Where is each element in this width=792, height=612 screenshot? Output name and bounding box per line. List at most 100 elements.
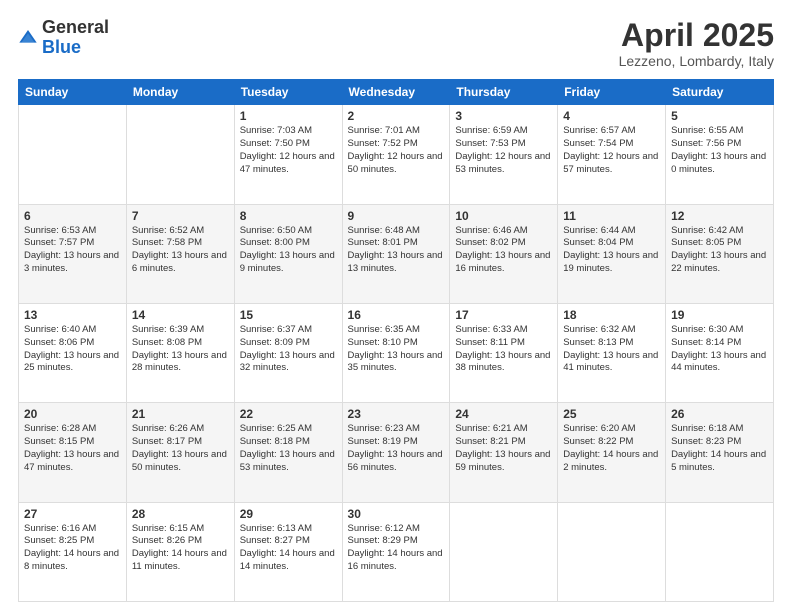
day-number: 16 — [348, 308, 445, 322]
month-title: April 2025 — [619, 18, 774, 53]
table-row: 14Sunrise: 6:39 AM Sunset: 8:08 PM Dayli… — [126, 303, 234, 402]
logo-text: General Blue — [42, 18, 109, 58]
day-number: 4 — [563, 109, 660, 123]
day-number: 6 — [24, 209, 121, 223]
table-row — [19, 105, 127, 204]
day-number: 19 — [671, 308, 768, 322]
calendar-header-row: Sunday Monday Tuesday Wednesday Thursday… — [19, 80, 774, 105]
col-friday: Friday — [558, 80, 666, 105]
generalblue-icon — [18, 28, 38, 48]
day-info: Sunrise: 6:50 AM Sunset: 8:00 PM Dayligh… — [240, 225, 337, 276]
table-row: 7 Sunrise: 6:52 AM Sunset: 7:58 PM Daylig… — [126, 204, 234, 303]
day-info: Sunrise: 6:53 AM Sunset: 7:57 PM Dayligh… — [24, 225, 121, 276]
day-number: 27 — [24, 507, 121, 521]
day-number: 14 — [132, 308, 229, 322]
day-info: Sunrise: 6:37 AM Sunset: 8:09 PM Dayligh… — [240, 324, 337, 375]
table-row: 13 Sunrise: 6:40 AM Sunset: 8:06 PM Dayli… — [19, 303, 127, 402]
day-number: 2 — [348, 109, 445, 123]
day-number: 26 — [671, 407, 768, 421]
table-row: 23 Sunrise: 6:23 AM Sunset: 8:19 PM Dayli… — [342, 403, 450, 502]
day-number: 30 — [348, 507, 445, 521]
day-info: Sunrise: 6:32 AM Sunset: 8:13 PM Dayligh… — [563, 324, 660, 375]
table-row: 20 Sunrise: 6:28 AM Sunset: 8:15 PM Dayli… — [19, 403, 127, 502]
col-sunday: Sunday — [19, 80, 127, 105]
table-row: 21 Sunrise: 6:26 AM Sunset: 8:17 PM Dayli… — [126, 403, 234, 502]
table-row: 16 Sunrise: 6:35 AM Sunset: 8:10 PM Dayli… — [342, 303, 450, 402]
calendar-week-row: 20 Sunrise: 6:28 AM Sunset: 8:15 PM Dayli… — [19, 403, 774, 502]
day-number: 18 — [563, 308, 660, 322]
day-info: Sunrise: 6:42 AM Sunset: 8:05 PM Dayligh… — [671, 225, 768, 276]
day-info: Sunrise: 7:03 AM Sunset: 7:50 PM Dayligh… — [240, 125, 337, 176]
col-monday: Monday — [126, 80, 234, 105]
day-number: 3 — [455, 109, 552, 123]
title-block: April 2025 Lezzeno, Lombardy, Italy — [619, 18, 774, 69]
day-info: Sunrise: 6:18 AM Sunset: 8:23 PM Dayligh… — [671, 423, 768, 474]
day-info: Sunrise: 6:52 AM Sunset: 7:58 PM Dayligh… — [132, 225, 229, 276]
day-number: 7 — [132, 209, 229, 223]
table-row: 2 Sunrise: 7:01 AM Sunset: 7:52 PM Daylig… — [342, 105, 450, 204]
calendar-week-row: 13 Sunrise: 6:40 AM Sunset: 8:06 PM Dayli… — [19, 303, 774, 402]
day-info: Sunrise: 6:15 AM Sunset: 8:26 PM Dayligh… — [132, 523, 229, 574]
day-number: 25 — [563, 407, 660, 421]
table-row: 18 Sunrise: 6:32 AM Sunset: 8:13 PM Dayli… — [558, 303, 666, 402]
day-info: Sunrise: 6:30 AM Sunset: 8:14 PM Dayligh… — [671, 324, 768, 375]
day-info: Sunrise: 6:25 AM Sunset: 8:18 PM Dayligh… — [240, 423, 337, 474]
table-row — [666, 502, 774, 601]
table-row — [450, 502, 558, 601]
table-row: 27 Sunrise: 6:16 AM Sunset: 8:25 PM Dayli… — [19, 502, 127, 601]
table-row: 25 Sunrise: 6:20 AM Sunset: 8:22 PM Dayli… — [558, 403, 666, 502]
table-row: 12Sunrise: 6:42 AM Sunset: 8:05 PM Dayli… — [666, 204, 774, 303]
table-row — [126, 105, 234, 204]
table-row — [558, 502, 666, 601]
table-row: 10 Sunrise: 6:46 AM Sunset: 8:02 PM Dayli… — [450, 204, 558, 303]
day-info: Sunrise: 6:21 AM Sunset: 8:21 PM Dayligh… — [455, 423, 552, 474]
table-row: 4 Sunrise: 6:57 AM Sunset: 7:54 PM Daylig… — [558, 105, 666, 204]
table-row: 29 Sunrise: 6:13 AM Sunset: 8:27 PM Dayli… — [234, 502, 342, 601]
table-row: 5 Sunrise: 6:55 AM Sunset: 7:56 PM Daylig… — [666, 105, 774, 204]
table-row: 9Sunrise: 6:48 AM Sunset: 8:01 PM Daylig… — [342, 204, 450, 303]
day-number: 29 — [240, 507, 337, 521]
day-info: Sunrise: 6:16 AM Sunset: 8:25 PM Dayligh… — [24, 523, 121, 574]
table-row: 22 Sunrise: 6:25 AM Sunset: 8:18 PM Dayli… — [234, 403, 342, 502]
table-row: 15Sunrise: 6:37 AM Sunset: 8:09 PM Dayli… — [234, 303, 342, 402]
day-number: 28 — [132, 507, 229, 521]
header: General Blue April 2025 Lezzeno, Lombard… — [18, 18, 774, 69]
day-number: 17 — [455, 308, 552, 322]
day-number: 10 — [455, 209, 552, 223]
calendar-table: Sunday Monday Tuesday Wednesday Thursday… — [18, 79, 774, 602]
day-number: 23 — [348, 407, 445, 421]
table-row: 17 Sunrise: 6:33 AM Sunset: 8:11 PM Dayli… — [450, 303, 558, 402]
day-info: Sunrise: 6:26 AM Sunset: 8:17 PM Dayligh… — [132, 423, 229, 474]
day-number: 24 — [455, 407, 552, 421]
calendar-week-row: 6 Sunrise: 6:53 AM Sunset: 7:57 PM Daylig… — [19, 204, 774, 303]
table-row: 30 Sunrise: 6:12 AM Sunset: 8:29 PM Dayli… — [342, 502, 450, 601]
logo: General Blue — [18, 18, 109, 58]
day-info: Sunrise: 6:59 AM Sunset: 7:53 PM Dayligh… — [455, 125, 552, 176]
day-number: 22 — [240, 407, 337, 421]
day-info: Sunrise: 6:20 AM Sunset: 8:22 PM Dayligh… — [563, 423, 660, 474]
table-row: 24 Sunrise: 6:21 AM Sunset: 8:21 PM Dayli… — [450, 403, 558, 502]
day-info: Sunrise: 6:40 AM Sunset: 8:06 PM Dayligh… — [24, 324, 121, 375]
table-row: 8 Sunrise: 6:50 AM Sunset: 8:00 PM Daylig… — [234, 204, 342, 303]
calendar-week-row: 27 Sunrise: 6:16 AM Sunset: 8:25 PM Dayli… — [19, 502, 774, 601]
day-number: 8 — [240, 209, 337, 223]
table-row: 19 Sunrise: 6:30 AM Sunset: 8:14 PM Dayli… — [666, 303, 774, 402]
day-info: Sunrise: 6:35 AM Sunset: 8:10 PM Dayligh… — [348, 324, 445, 375]
day-info: Sunrise: 7:01 AM Sunset: 7:52 PM Dayligh… — [348, 125, 445, 176]
table-row: 6 Sunrise: 6:53 AM Sunset: 7:57 PM Daylig… — [19, 204, 127, 303]
day-number: 21 — [132, 407, 229, 421]
day-info: Sunrise: 6:33 AM Sunset: 8:11 PM Dayligh… — [455, 324, 552, 375]
day-number: 13 — [24, 308, 121, 322]
day-number: 5 — [671, 109, 768, 123]
day-info: Sunrise: 6:12 AM Sunset: 8:29 PM Dayligh… — [348, 523, 445, 574]
day-info: Sunrise: 6:28 AM Sunset: 8:15 PM Dayligh… — [24, 423, 121, 474]
day-info: Sunrise: 6:55 AM Sunset: 7:56 PM Dayligh… — [671, 125, 768, 176]
day-info: Sunrise: 6:46 AM Sunset: 8:02 PM Dayligh… — [455, 225, 552, 276]
day-info: Sunrise: 6:23 AM Sunset: 8:19 PM Dayligh… — [348, 423, 445, 474]
day-number: 1 — [240, 109, 337, 123]
table-row: 26 Sunrise: 6:18 AM Sunset: 8:23 PM Dayli… — [666, 403, 774, 502]
day-info: Sunrise: 6:13 AM Sunset: 8:27 PM Dayligh… — [240, 523, 337, 574]
day-number: 20 — [24, 407, 121, 421]
day-info: Sunrise: 6:44 AM Sunset: 8:04 PM Dayligh… — [563, 225, 660, 276]
day-info: Sunrise: 6:57 AM Sunset: 7:54 PM Dayligh… — [563, 125, 660, 176]
